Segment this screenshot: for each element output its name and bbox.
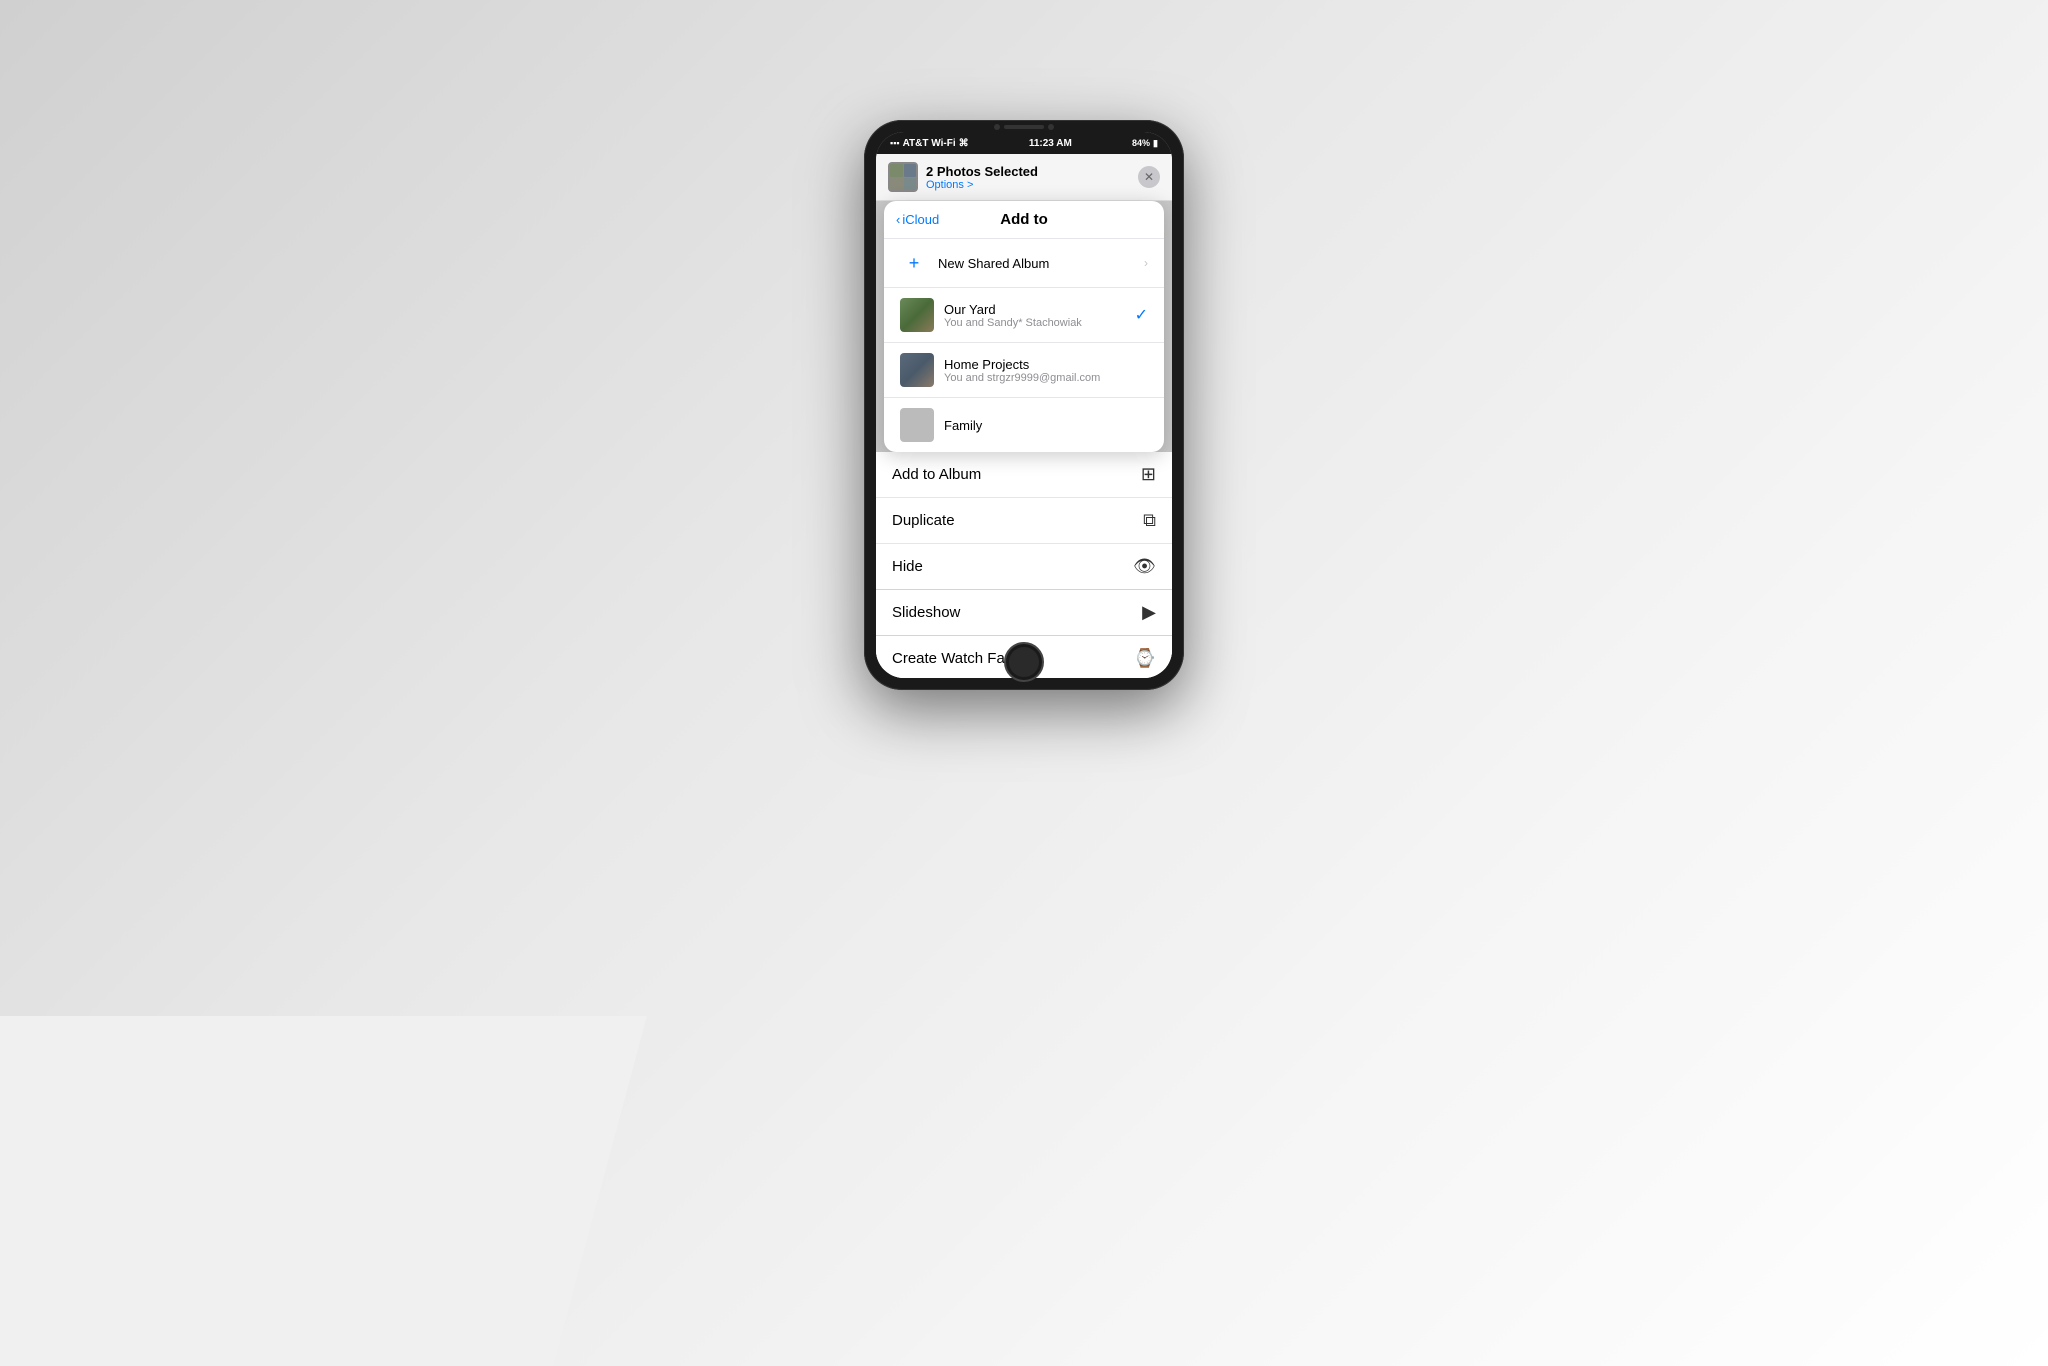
status-left: ▪▪▪ AT&T Wi-Fi ⌘ — [890, 138, 969, 149]
plus-icon: + — [900, 249, 928, 277]
home-projects-subtitle: You and strgzr9999@gmail.com — [944, 372, 1148, 384]
add-to-title: Add to — [1000, 211, 1047, 228]
phone-body: ▪▪▪ AT&T Wi-Fi ⌘ 11:23 AM 84% ▮ — [864, 120, 1184, 690]
thumb-cell-2 — [904, 164, 917, 177]
add-to-album-label: Add to Album — [892, 466, 981, 483]
album-row-our-yard[interactable]: Our Yard You and Sandy* Stachowiak ✓ — [884, 288, 1164, 343]
thumb-cell-4 — [904, 178, 917, 191]
new-album-chevron-icon: › — [1144, 256, 1148, 270]
duplicate-label: Duplicate — [892, 512, 955, 529]
duplicate-icon: ⧉ — [1143, 510, 1156, 531]
album-row-family[interactable]: Family — [884, 398, 1164, 452]
menu-item-add-to-album[interactable]: Add to Album ⊞ — [876, 452, 1172, 498]
our-yard-checkmark: ✓ — [1135, 305, 1148, 325]
slideshow-label: Slideshow — [892, 604, 960, 621]
menu-section-1: Add to Album ⊞ Duplicate ⧉ Hide 👁 — [876, 452, 1172, 589]
menu-item-duplicate[interactable]: Duplicate ⧉ — [876, 498, 1172, 544]
icloud-back-button[interactable]: ‹ iCloud — [896, 212, 939, 227]
thumb-cell-1 — [890, 164, 903, 177]
home-projects-name: Home Projects — [944, 357, 1148, 372]
back-label: iCloud — [902, 212, 939, 227]
camera-dot — [994, 124, 1000, 130]
hide-label: Hide — [892, 558, 923, 575]
camera-area — [994, 124, 1054, 130]
our-yard-name: Our Yard — [944, 302, 1135, 317]
menu-item-slideshow[interactable]: Slideshow ▶ — [876, 590, 1172, 635]
share-sheet-header: 2 Photos Selected Options > ✕ — [876, 154, 1172, 201]
share-options-link[interactable]: Options > — [926, 179, 1038, 191]
menu-section-2: Slideshow ▶ — [876, 590, 1172, 635]
carrier-label: AT&T Wi-Fi — [903, 138, 956, 149]
add-to-nav: ‹ iCloud Add to — [884, 201, 1164, 239]
album-add-icon: ⊞ — [1141, 464, 1156, 485]
family-info: Family — [944, 418, 1148, 433]
hide-icon: 👁 — [1133, 556, 1156, 577]
share-title-block: 2 Photos Selected Options > — [926, 164, 1038, 191]
shelf — [0, 1016, 647, 1366]
our-yard-info: Our Yard You and Sandy* Stachowiak — [944, 302, 1135, 329]
share-title: 2 Photos Selected — [926, 164, 1038, 179]
status-bar: ▪▪▪ AT&T Wi-Fi ⌘ 11:23 AM 84% ▮ — [876, 132, 1172, 154]
thumb-cell-3 — [890, 178, 903, 191]
home-projects-info: Home Projects You and strgzr9999@gmail.c… — [944, 357, 1148, 384]
phone-screen: ▪▪▪ AT&T Wi-Fi ⌘ 11:23 AM 84% ▮ — [876, 132, 1172, 678]
menu-item-hide[interactable]: Hide 👁 — [876, 544, 1172, 589]
chevron-left-icon: ‹ — [896, 212, 900, 227]
phone-device: ▪▪▪ AT&T Wi-Fi ⌘ 11:23 AM 84% ▮ — [864, 120, 1184, 690]
new-shared-album-info: New Shared Album — [938, 256, 1144, 271]
family-name: Family — [944, 418, 1148, 433]
album-row-home-projects[interactable]: Home Projects You and strgzr9999@gmail.c… — [884, 343, 1164, 398]
signal-bars-icon: ▪▪▪ — [890, 138, 900, 148]
status-right: 84% ▮ — [1132, 138, 1158, 149]
share-close-button[interactable]: ✕ — [1138, 166, 1160, 188]
status-time: 11:23 AM — [1029, 138, 1072, 149]
add-to-overlay: ‹ iCloud Add to + New Shared Album › — [884, 201, 1164, 452]
watch-icon: ⌚ — [1134, 648, 1156, 669]
new-shared-album-label: New Shared Album — [938, 256, 1144, 271]
family-thumbnail — [900, 408, 934, 442]
close-icon: ✕ — [1144, 170, 1154, 184]
battery-icon: ▮ — [1153, 138, 1158, 149]
home-button[interactable] — [1004, 642, 1044, 682]
home-projects-thumbnail — [900, 353, 934, 387]
share-thumbnails — [888, 162, 918, 192]
our-yard-thumbnail — [900, 298, 934, 332]
sensor-dot — [1048, 124, 1054, 130]
speaker-grill — [1004, 125, 1044, 129]
share-header-left: 2 Photos Selected Options > — [888, 162, 1038, 192]
battery-label: 84% — [1132, 138, 1150, 148]
new-shared-album-row[interactable]: + New Shared Album › — [884, 239, 1164, 288]
play-icon: ▶ — [1142, 602, 1156, 623]
our-yard-subtitle: You and Sandy* Stachowiak — [944, 317, 1135, 329]
wifi-icon: ⌘ — [959, 138, 969, 149]
create-watch-face-label: Create Watch Face — [892, 650, 1021, 667]
